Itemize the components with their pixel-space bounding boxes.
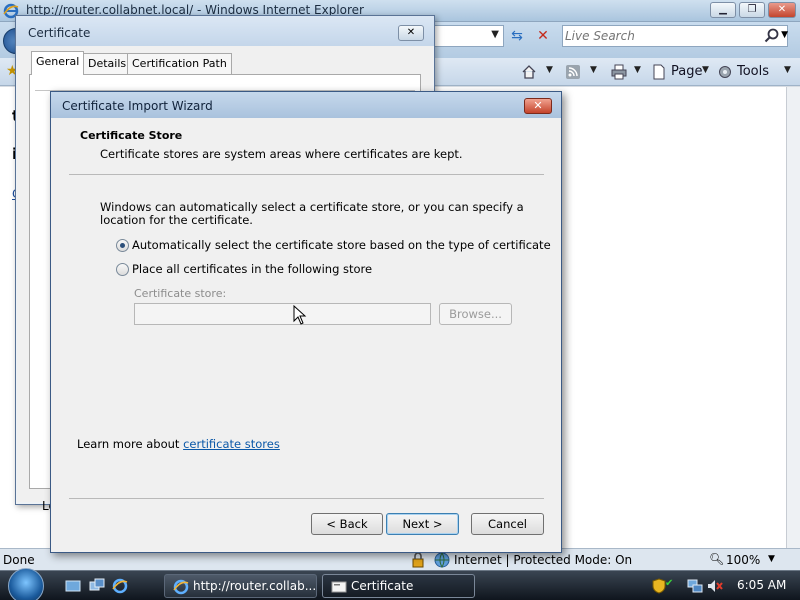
switch-windows-icon[interactable] — [89, 578, 105, 594]
certificate-store-label: Certificate store: — [134, 287, 227, 300]
maximize-button[interactable]: ❐ — [739, 2, 765, 18]
certificate-task-icon — [331, 581, 347, 593]
print-icon[interactable] — [611, 64, 627, 80]
show-desktop-icon[interactable] — [65, 578, 81, 594]
certificate-close-button[interactable]: ✕ — [398, 25, 424, 41]
certificate-title-bar: Certificate ✕ — [16, 16, 434, 46]
ie-task-icon — [173, 579, 189, 595]
wizard-close-button[interactable]: ✕ — [524, 98, 552, 114]
browse-button[interactable]: Browse... — [439, 303, 512, 325]
zoom-icon[interactable]: 🔍︎ — [709, 552, 724, 566]
search-dropdown-icon[interactable]: ▼ — [781, 30, 788, 40]
refresh-icon[interactable]: ⇆ — [507, 26, 527, 46]
ie-vertical-scrollbar[interactable] — [786, 87, 800, 548]
address-dropdown-icon[interactable]: ▼ — [491, 29, 499, 40]
wizard-header: Certificate Store Certificate stores are… — [51, 118, 561, 176]
print-dropdown-icon[interactable]: ▼ — [634, 65, 641, 75]
taskbar: http://router.collab... Certificate ✔ 6:… — [0, 568, 800, 600]
page-menu[interactable]: Page — [671, 63, 702, 81]
volume-muted-icon[interactable] — [707, 578, 723, 594]
search-icon[interactable] — [763, 27, 781, 45]
back-wizard-button[interactable]: < Back — [311, 513, 383, 535]
auto-select-radio[interactable] — [116, 239, 129, 252]
tools-dropdown-icon[interactable]: ▼ — [784, 65, 791, 75]
wizard-title-bar: Certificate Import Wizard ✕ — [51, 92, 561, 118]
page-dropdown-icon[interactable]: ▼ — [702, 65, 709, 75]
certificate-store-field[interactable] — [134, 303, 431, 325]
taskbar-item-ie[interactable]: http://router.collab... — [164, 574, 317, 598]
ie-quicklaunch-icon[interactable] — [112, 578, 128, 594]
cancel-button[interactable]: Cancel — [471, 513, 544, 535]
manual-store-radio[interactable] — [116, 263, 129, 276]
stop-icon[interactable]: ✕ — [533, 26, 553, 46]
certificate-dialog-title: Certificate — [28, 26, 91, 40]
taskbar-item-certificate[interactable]: Certificate — [322, 574, 475, 598]
address-bar[interactable]: ▼ — [430, 25, 504, 47]
search-box: ▼ — [562, 25, 788, 47]
taskbar-item-label: Certificate — [351, 579, 414, 593]
minimize-button[interactable]: ▁ — [710, 2, 736, 18]
zoom-dropdown-icon[interactable]: ▼ — [768, 554, 775, 564]
network-icon[interactable] — [687, 578, 703, 594]
home-icon[interactable] — [521, 64, 537, 80]
system-tray: ✔ 6:05 AM — [645, 572, 800, 600]
search-input[interactable] — [565, 27, 761, 45]
status-text: Done — [3, 553, 35, 567]
security-lock-icon[interactable] — [410, 552, 426, 568]
start-button[interactable] — [8, 568, 44, 600]
home-dropdown-icon[interactable]: ▼ — [546, 65, 553, 75]
learn-more-prefix: Learn more about — [77, 437, 184, 451]
tools-gear-icon[interactable] — [717, 64, 733, 80]
learn-more-text: Learn more about certificate stores — [77, 437, 280, 451]
tab-general[interactable]: General — [31, 51, 85, 75]
ie-close-button[interactable]: ✕ — [768, 2, 796, 18]
feeds-icon[interactable] — [565, 64, 581, 80]
internet-zone-globe-icon[interactable] — [434, 552, 450, 568]
wizard-intro-text: Windows can automatically select a certi… — [100, 200, 524, 227]
check-icon: ✔ — [665, 578, 674, 589]
zoom-level[interactable]: 100% — [726, 553, 760, 567]
taskbar-item-label: http://router.collab... — [193, 579, 317, 593]
clock[interactable]: 6:05 AM — [737, 578, 786, 592]
auto-select-label[interactable]: Automatically select the certificate sto… — [132, 238, 551, 252]
security-zone-text[interactable]: Internet | Protected Mode: On — [454, 553, 632, 567]
tab-certification-path[interactable]: Certification Path — [127, 53, 232, 74]
certificate-import-wizard: Certificate Import Wizard ✕ Certificate … — [50, 91, 562, 553]
mouse-cursor-icon — [293, 305, 307, 325]
feeds-dropdown-icon[interactable]: ▼ — [590, 65, 597, 75]
tools-menu[interactable]: Tools — [737, 63, 769, 81]
wizard-title: Certificate Import Wizard — [62, 99, 213, 113]
next-button[interactable]: Next > — [386, 513, 459, 535]
wizard-header-subtitle: Certificate stores are system areas wher… — [100, 147, 463, 161]
tab-details[interactable]: Details — [83, 53, 132, 74]
header-separator — [69, 174, 544, 175]
page-icon[interactable] — [651, 64, 667, 80]
wizard-header-title: Certificate Store — [80, 129, 183, 142]
footer-separator — [69, 498, 544, 499]
manual-store-label[interactable]: Place all certificates in the following … — [132, 262, 372, 276]
certificate-stores-link[interactable]: certificate stores — [183, 437, 280, 451]
